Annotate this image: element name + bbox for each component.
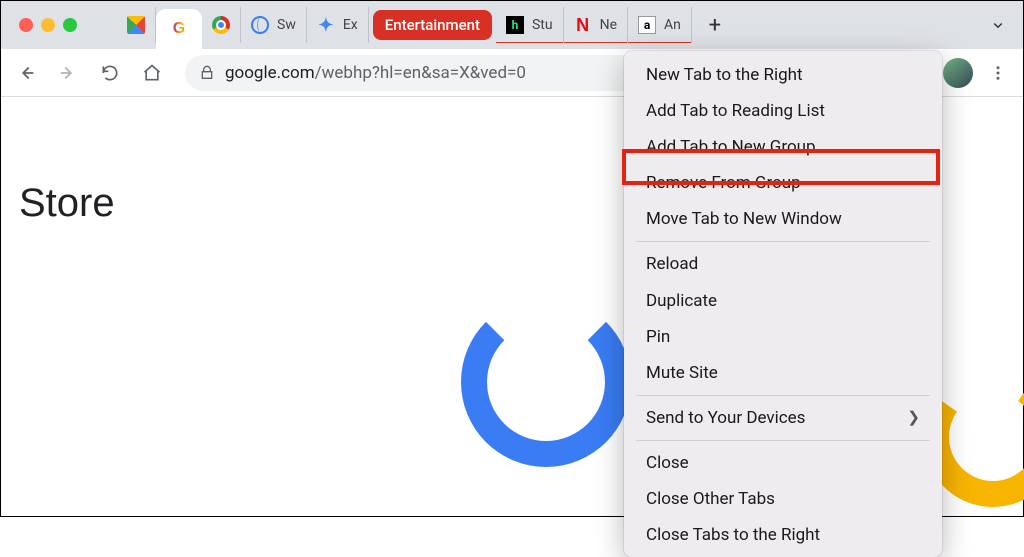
store-link[interactable]: Store (19, 181, 115, 226)
cm-close-other-tabs[interactable]: Close Other Tabs (624, 481, 942, 517)
chevron-down-icon (989, 16, 1007, 34)
netflix-icon: N (574, 16, 592, 34)
tab-amazon[interactable]: a An (628, 7, 692, 43)
group-underline (496, 42, 563, 43)
reload-button[interactable] (93, 56, 127, 90)
cm-label: Close (646, 452, 689, 474)
window-zoom-button[interactable] (63, 18, 77, 32)
tab-google-active[interactable]: G (156, 9, 202, 49)
amazon-icon: a (638, 16, 656, 34)
group-underline (628, 42, 691, 43)
tab-netflix[interactable]: N Ne (564, 7, 628, 43)
home-button[interactable] (135, 56, 169, 90)
window-traffic-lights (9, 18, 87, 32)
tab-context-menu: New Tab to the Right Add Tab to Reading … (624, 51, 942, 557)
cm-send-to-devices[interactable]: Send to Your Devices ❯ (624, 400, 942, 436)
google-logo-partial-blue (461, 297, 631, 467)
tab-hulu[interactable]: h Stu (496, 7, 564, 43)
cm-move-tab-new-window[interactable]: Move Tab to New Window (624, 201, 942, 237)
tab-gmail-pinned[interactable] (117, 7, 156, 43)
extension-icon: ✦ (317, 16, 335, 34)
url-text: google.com/webhp?hl=en&sa=X&ved=0 (225, 63, 526, 83)
tab-group-label: Entertainment (385, 16, 480, 34)
hulu-icon: h (506, 16, 524, 34)
chevron-right-icon: ❯ (907, 408, 920, 428)
tab-sw[interactable]: Sw (241, 7, 307, 43)
cm-label: Add Tab to New Group (646, 136, 816, 158)
globe-icon (251, 16, 269, 34)
window-close-button[interactable] (19, 18, 33, 32)
new-tab-button[interactable]: + (700, 10, 730, 40)
profile-avatar[interactable] (943, 58, 973, 88)
tab-label: An (664, 17, 681, 33)
cm-close-tabs-right[interactable]: Close Tabs to the Right (624, 517, 942, 553)
kebab-icon (989, 64, 1007, 82)
cm-add-tab-new-group[interactable]: Add Tab to New Group (624, 129, 942, 165)
tab-search-dropdown[interactable] (983, 10, 1013, 40)
cm-label: Close Tabs to the Right (646, 524, 820, 546)
cm-reload[interactable]: Reload (624, 246, 942, 282)
cm-pin[interactable]: Pin (624, 319, 942, 355)
cm-label: Move Tab to New Window (646, 208, 842, 230)
tab-chrome[interactable] (202, 7, 241, 43)
cm-label: New Tab to the Right (646, 64, 803, 86)
cm-label: Reload (646, 253, 698, 275)
cm-separator (636, 241, 930, 242)
group-underline (564, 42, 627, 43)
tab-strip: G Sw ✦ Ex Entertainment h Stu N Ne a An … (1, 1, 1023, 49)
tab-label: Ex (343, 17, 358, 33)
cm-label: Send to Your Devices (646, 407, 805, 429)
cm-mute-site[interactable]: Mute Site (624, 355, 942, 391)
lock-icon (199, 65, 215, 81)
arrow-right-icon (57, 62, 79, 84)
google-icon: G (170, 20, 188, 38)
cm-separator (636, 440, 930, 441)
cm-label: Add Tab to Reading List (646, 100, 825, 122)
tab-label: Sw (277, 17, 296, 33)
url-path: /webhp?hl=en&sa=X&ved=0 (315, 63, 526, 83)
arrow-left-icon (15, 62, 37, 84)
forward-button[interactable] (51, 56, 85, 90)
chrome-menu-button[interactable] (981, 56, 1015, 90)
cm-remove-from-group[interactable]: Remove From Group (624, 165, 942, 201)
tab-label: Ne (600, 17, 617, 33)
cm-label: Close Other Tabs (646, 488, 775, 510)
tab-ex[interactable]: ✦ Ex (307, 7, 369, 43)
cm-new-tab-right[interactable]: New Tab to the Right (624, 57, 942, 93)
cm-duplicate[interactable]: Duplicate (624, 283, 942, 319)
cm-label: Duplicate (646, 290, 717, 312)
cm-add-reading-list[interactable]: Add Tab to Reading List (624, 93, 942, 129)
url-host: google.com (225, 63, 315, 83)
cm-label: Pin (646, 326, 670, 348)
home-icon (142, 63, 162, 83)
back-button[interactable] (9, 56, 43, 90)
reload-icon (100, 63, 120, 83)
cm-label: Remove From Group (646, 172, 801, 194)
cm-label: Mute Site (646, 362, 718, 384)
cm-close[interactable]: Close (624, 445, 942, 481)
cm-separator (636, 395, 930, 396)
tab-group-entertainment[interactable]: Entertainment (373, 10, 492, 40)
gmail-icon (127, 16, 145, 34)
window-minimize-button[interactable] (41, 18, 55, 32)
chrome-icon (212, 16, 230, 34)
tab-label: Stu (532, 17, 553, 33)
